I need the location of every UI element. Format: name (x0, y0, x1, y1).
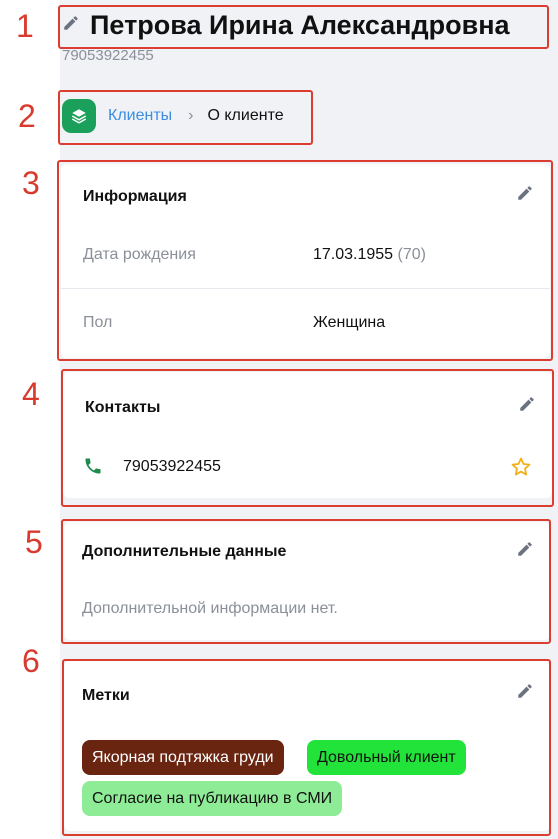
annotation-box-2 (58, 90, 313, 145)
annotation-box-4 (61, 369, 554, 507)
client-phone: 79053922455 (62, 47, 154, 64)
marker-6: 6 (22, 643, 40, 679)
annotation-box-5 (61, 519, 551, 644)
marker-3: 3 (22, 165, 40, 201)
annotation-box-6 (62, 659, 551, 836)
annotation-box-3 (57, 160, 553, 361)
marker-5: 5 (25, 524, 43, 560)
marker-1: 1 (16, 8, 34, 44)
marker-2: 2 (18, 98, 36, 134)
marker-4: 4 (22, 376, 40, 412)
annotation-box-1 (58, 5, 549, 49)
